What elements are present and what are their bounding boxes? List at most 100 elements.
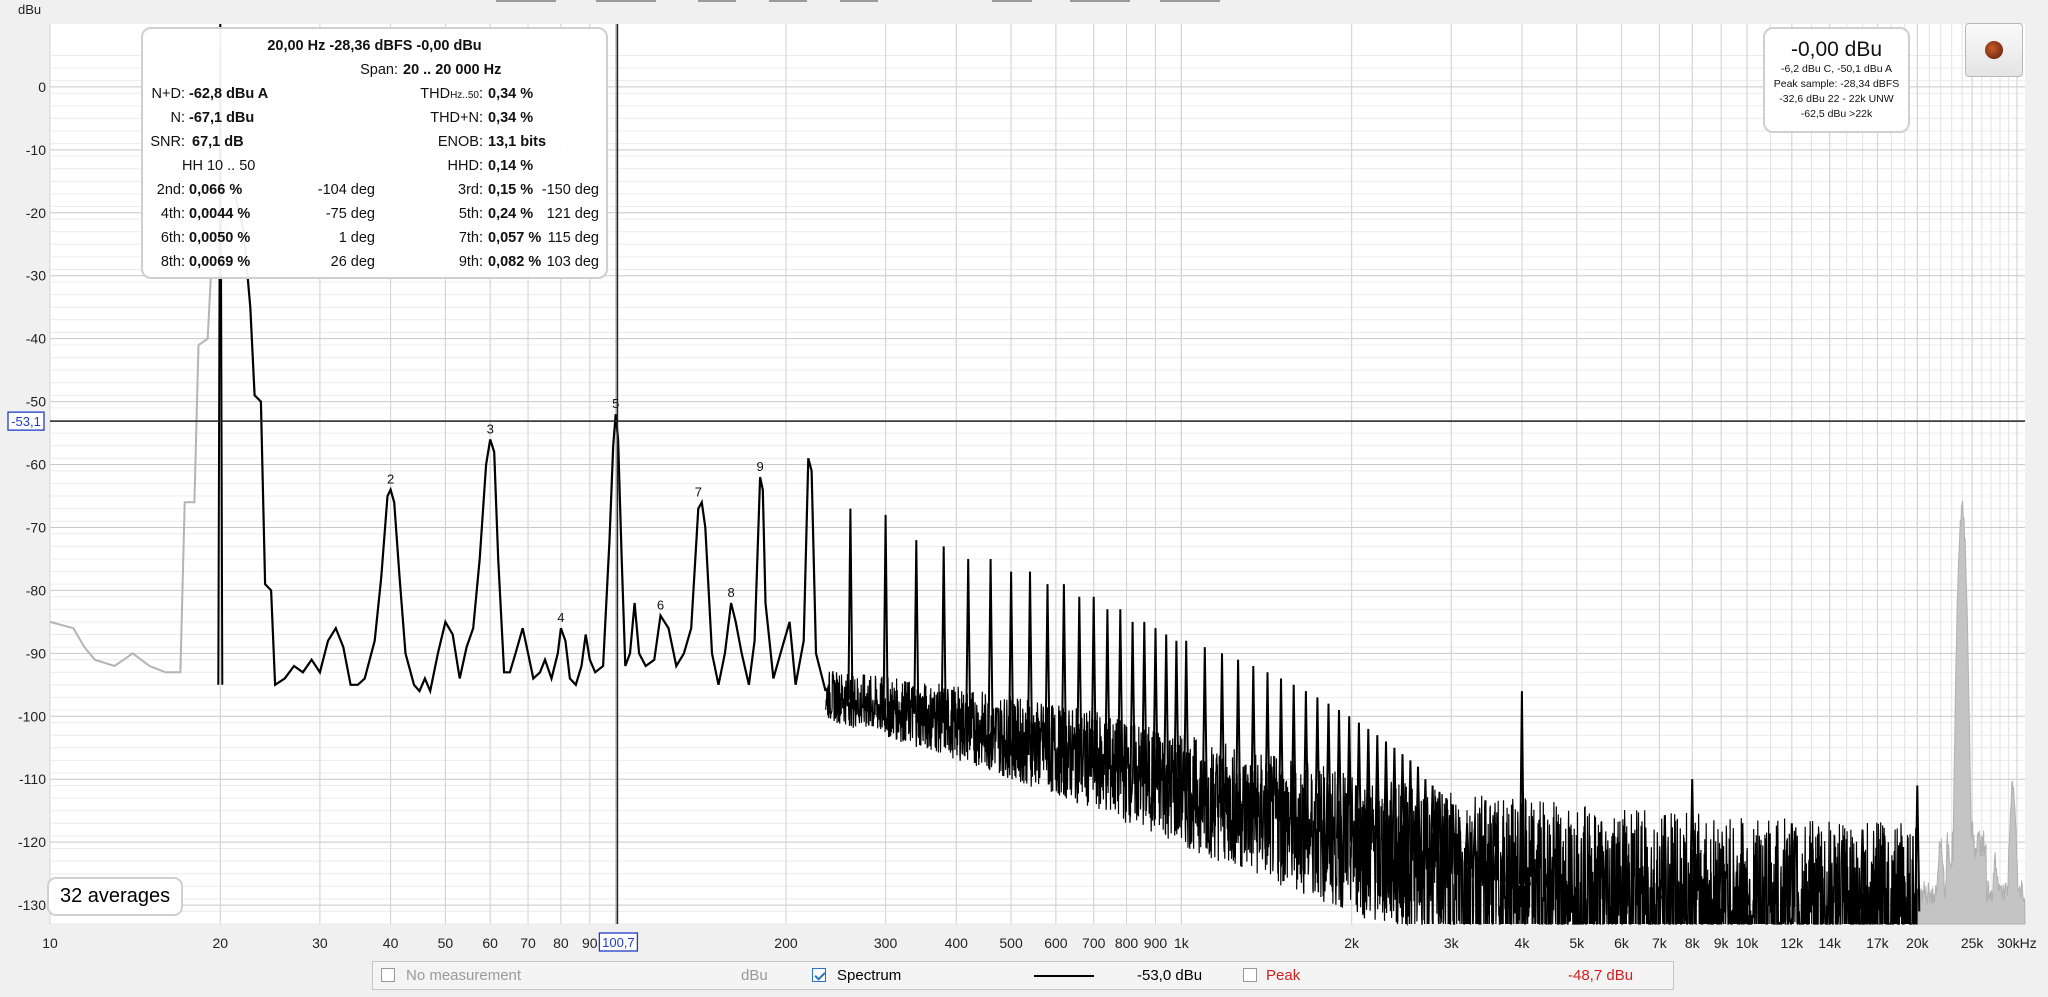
x-tick-label: 500 [999, 935, 1023, 951]
x-tick-label: 40 [383, 935, 399, 951]
y-tick-label: -100 [18, 708, 46, 724]
harmonic-number-label: 6 [657, 598, 664, 613]
x-tick-label: 2k [1344, 935, 1360, 951]
harmonic-phase: -104 deg [317, 182, 375, 198]
harmonic-phase: 121 deg [546, 206, 599, 222]
y-axis-label: dBu [18, 2, 41, 17]
y-tick-label: -30 [26, 268, 46, 284]
x-tick-label: 90 [582, 935, 598, 951]
snr-value: 67,1 dB [192, 134, 244, 150]
y-tick-label: -60 [26, 457, 46, 473]
cursor-readout: 20,00 Hz -28,36 dBFS -0,00 dBu [267, 38, 482, 54]
harmonic-number-label: 5 [612, 396, 619, 411]
thd-hz-value: 0,34 % [488, 86, 534, 102]
y-tick-label: -40 [26, 331, 46, 347]
level-main-value: -0,00 dBu [1790, 38, 1883, 61]
y-tick-label: -20 [26, 205, 46, 221]
x-tick-label: 70 [520, 935, 536, 951]
cursor-y-value: -53,1 [11, 414, 41, 429]
x-tick-label: 1k [1174, 935, 1190, 951]
harmonic-value: 0,0069 % [189, 254, 251, 270]
y-tick-label: -110 [19, 771, 46, 787]
y-tick-label: -90 [26, 645, 46, 661]
x-tick-label: 60 [482, 935, 498, 951]
harmonic-number-label: 4 [557, 610, 564, 625]
peak-value: -48,7 dBu [1568, 967, 1634, 984]
level-readout-panel: -0,00 dBu -6,2 dBu C, -50,1 dBu A Peak s… [1763, 27, 1910, 133]
harmonic-label: 6th: [160, 230, 185, 246]
x-tick-label: 8k [1685, 935, 1701, 951]
toolbar-button[interactable] [769, 0, 807, 2]
level-unweighted: -32,6 dBu 22 - 22k UNW [1779, 93, 1894, 105]
x-tick-label: 700 [1082, 935, 1106, 951]
toolbar-button[interactable] [1070, 0, 1130, 2]
x-tick-label: 400 [945, 935, 969, 951]
spectrum-line-swatch [1034, 975, 1094, 977]
x-tick-label: 4k [1515, 935, 1531, 951]
x-tick-label: 50 [438, 935, 454, 951]
hhd-label: HHD: [447, 158, 483, 174]
x-tick-label: 10k [1736, 935, 1760, 951]
x-tick-label: 3k [1444, 935, 1460, 951]
level-weighted: -6,2 dBu C, -50,1 dBu A [1781, 63, 1892, 75]
n-label: N: [170, 110, 186, 126]
spectrum-checkbox[interactable] [812, 968, 826, 982]
level-above-22k: -62,5 dBu >22k [1800, 108, 1873, 120]
harmonic-number-label: 9 [756, 459, 763, 474]
cursor-x-value: 100,7 [602, 935, 635, 950]
thdn-label: THD+N: [430, 110, 483, 126]
spectrum-label: Spectrum [837, 967, 902, 984]
hh-range-label: HH 10 .. 50 [182, 158, 256, 174]
toolbar-button[interactable] [596, 0, 656, 2]
n-value: -67,1 dBu [189, 110, 255, 126]
record-button[interactable] [1965, 23, 2023, 77]
harmonic-phase: 103 deg [546, 254, 599, 270]
toolbar-button[interactable] [840, 0, 878, 2]
y-tick-label: 0 [38, 79, 46, 95]
harmonic-number-label: 3 [487, 421, 494, 436]
harmonic-phase: -75 deg [325, 206, 375, 222]
x-tick-label: 300 [874, 935, 898, 951]
x-tick-label: 25k [1961, 935, 1985, 951]
toolbar-button[interactable] [1160, 0, 1220, 2]
enob-value: 13,1 bits [488, 134, 547, 150]
toolbar-button[interactable] [992, 0, 1032, 2]
harmonic-number-label: 8 [728, 585, 735, 600]
x-tick-label: 6k [1614, 935, 1630, 951]
y-tick-label: -80 [26, 582, 46, 598]
y-tick-label: -130 [18, 897, 46, 913]
nd-label: N+D: [151, 86, 185, 102]
harmonic-phase: -150 deg [541, 182, 599, 198]
toolbar-button[interactable] [496, 0, 556, 2]
x-tick-label: 10 [42, 935, 58, 951]
x-tick-label: 80 [553, 935, 569, 951]
x-tick-label: 200 [774, 935, 798, 951]
span-value: 20 .. 20 000 Hz [403, 62, 502, 78]
x-tick-label: 7k [1652, 935, 1668, 951]
record-icon [1985, 41, 2003, 59]
no-measurement-checkbox[interactable] [381, 968, 395, 982]
harmonic-label: 9th: [458, 254, 483, 270]
harmonic-value: 0,0050 % [189, 230, 251, 246]
toolbar-button[interactable] [698, 0, 736, 2]
peak-checkbox[interactable] [1243, 968, 1257, 982]
harmonic-phase: 115 deg [547, 230, 599, 246]
thd-hz-label: THDHz..50: [420, 86, 483, 102]
x-tick-label: 20k [1906, 935, 1930, 951]
harmonic-label: 7th: [458, 230, 483, 246]
harmonic-value: 0,066 % [189, 182, 243, 198]
snr-label: SNR: [150, 134, 185, 150]
x-tick-label: 5k [1569, 935, 1585, 951]
peak-label: Peak [1266, 967, 1301, 984]
x-tick-label: 900 [1144, 935, 1168, 951]
legend-bar: No measurement dBu Spectrum -53,0 dBu Pe… [372, 961, 1674, 990]
y-tick-label: -50 [26, 394, 46, 410]
no-measurement-label: No measurement [406, 967, 522, 984]
x-tick-label: 12k [1781, 935, 1805, 951]
y-tick-label: -70 [26, 519, 46, 535]
x-tick-label: 800 [1115, 935, 1139, 951]
harmonic-phase: 26 deg [330, 254, 375, 270]
spectrum-value: -53,0 dBu [1137, 967, 1203, 984]
thdn-value: 0,34 % [488, 110, 534, 126]
x-tick-label: 20 [212, 935, 228, 951]
